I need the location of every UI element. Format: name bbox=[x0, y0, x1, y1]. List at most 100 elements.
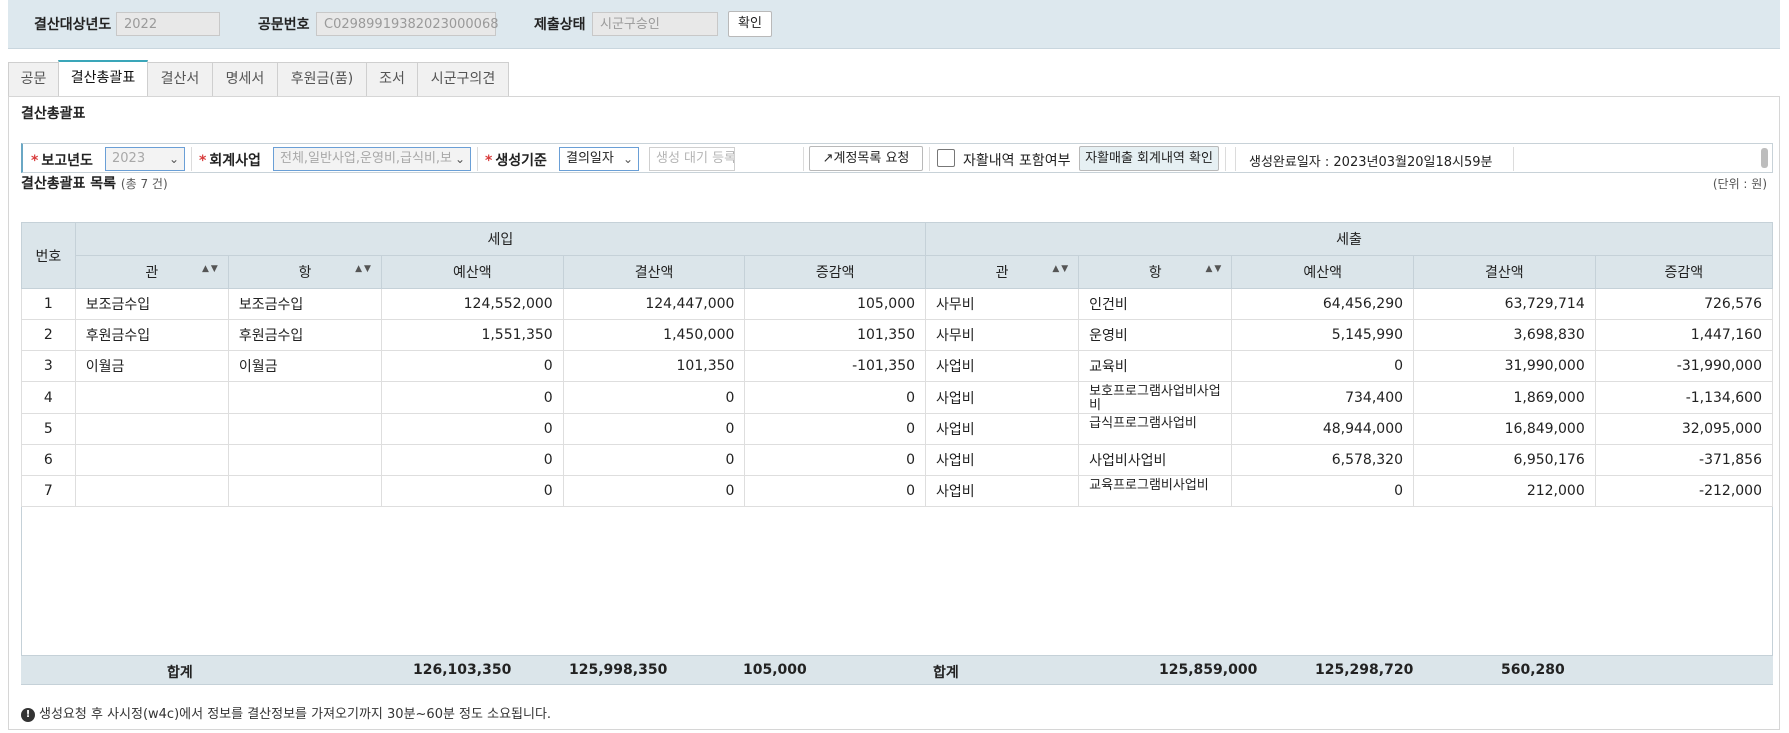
table-cell: 1 bbox=[21, 288, 76, 320]
table-cell bbox=[227, 413, 382, 445]
total-expense-budget: 125,859,000 bbox=[1159, 662, 1258, 678]
list-title-text: 결산총괄표 목록 bbox=[21, 176, 117, 192]
table-cell: 2 bbox=[21, 319, 76, 351]
include-checkbox[interactable] bbox=[937, 149, 955, 167]
table-cell: 0 bbox=[380, 444, 564, 476]
list-count: (총 7 건) bbox=[120, 177, 168, 191]
tab-report[interactable]: 조서 bbox=[366, 62, 418, 96]
table-cell: 사업비 bbox=[925, 350, 1080, 382]
scrollbar[interactable] bbox=[1761, 148, 1768, 168]
account-request-label: 계정목록 요청 bbox=[833, 151, 910, 166]
table-cell: 124,447,000 bbox=[562, 288, 746, 320]
report-year-select[interactable]: 2023 ⌄ bbox=[105, 147, 185, 171]
docno-field[interactable]: C02989919382023000068 bbox=[316, 12, 499, 36]
sort-filter-icon[interactable]: ▲▼ bbox=[202, 264, 220, 274]
account-request-button[interactable]: ↗계정목록 요청 bbox=[809, 146, 923, 171]
sort-filter-icon[interactable]: ▲▼ bbox=[1052, 264, 1070, 274]
account-label: * 회계사업 bbox=[199, 150, 261, 170]
basis-select[interactable]: 결의일자 ⌄ bbox=[559, 147, 639, 171]
table-cell: 4 bbox=[21, 381, 76, 414]
external-link-icon: ↗ bbox=[822, 151, 834, 166]
divider bbox=[803, 147, 804, 171]
table-cell: 0 bbox=[380, 413, 564, 445]
account-text: 회계사업 bbox=[209, 153, 261, 169]
required-star: * bbox=[199, 153, 207, 169]
header-bar: 결산대상년도 2022 공문번호 C02989919382023000068 제… bbox=[8, 0, 1780, 49]
table-row[interactable]: 7 0 0 0 사업비 교육프로그램비사업비 0 212,000 -212,000 bbox=[21, 475, 1774, 507]
report-year-value: 2023 bbox=[112, 151, 146, 166]
account-value: 전체,일반사업,운영비,급식비,보 bbox=[280, 151, 453, 166]
table-row[interactable]: 5 0 0 0 사업비 급식프로그램사업비 48,944,000 16,849,000 32,0… bbox=[21, 413, 1774, 445]
header-expense-gwan[interactable]: 관 ▲▼ bbox=[925, 255, 1080, 289]
table-row[interactable]: 4 0 0 0 사업비 보호프로그램사업비사업비 734,400 1,869,000 -1,13… bbox=[21, 381, 1774, 414]
tab-settlement[interactable]: 결산서 bbox=[147, 62, 213, 96]
header-expense-diff: 증감액 bbox=[1594, 255, 1774, 289]
table-row[interactable]: 2 후원금수입 후원금수입 1,551,350 1,450,000 101,350 사무비 운… bbox=[21, 319, 1774, 351]
table-cell: 급식프로그램사업비 bbox=[1078, 413, 1233, 445]
tab-donation[interactable]: 후원금(품) bbox=[277, 62, 367, 96]
generate-input[interactable]: 생성 대기 등록 bbox=[649, 147, 735, 171]
table-cell: 6,578,320 bbox=[1231, 444, 1415, 476]
table-cell: 124,552,000 bbox=[380, 288, 564, 320]
table-cell: 0 bbox=[562, 444, 746, 476]
table-cell: 사업비 bbox=[925, 413, 1080, 445]
divider bbox=[1235, 147, 1236, 171]
year-field[interactable]: 2022 bbox=[116, 12, 220, 36]
tab-city-opinion[interactable]: 시군구의견 bbox=[417, 62, 509, 96]
table-cell: 보조금수입 bbox=[227, 288, 382, 320]
table-cell: -31,990,000 bbox=[1594, 350, 1774, 382]
status-field[interactable]: 시군구승인 bbox=[592, 12, 718, 36]
table-cell bbox=[227, 381, 382, 414]
table-row[interactable]: 1 보조금수입 보조금수입 124,552,000 124,447,000 105,000… bbox=[21, 288, 1774, 320]
sort-filter-icon[interactable]: ▲▼ bbox=[355, 264, 373, 274]
table-row[interactable]: 3 이월금 이월금 0 101,350 -101,350 사업비 교육비 0 31,990,000… bbox=[21, 350, 1774, 382]
summary-table: 번호 세입 세출 관 ▲▼ 항 ▲▼ 예산액 결산액 증감액 관 ▲▼ 항 ▲▼ 예산액… bbox=[21, 222, 1774, 507]
total-expense-label: 합계 bbox=[933, 665, 959, 681]
table-cell: 후원금수입 bbox=[227, 319, 382, 351]
header-expense-hang[interactable]: 항 ▲▼ bbox=[1078, 255, 1233, 289]
table-cell: 16,849,000 bbox=[1413, 413, 1596, 445]
status-label: 제출상태 bbox=[534, 17, 586, 33]
sort-filter-icon[interactable]: ▲▼ bbox=[1205, 264, 1223, 274]
info-note: ! 생성요청 후 사시정(w4c)에서 정보를 결산정보를 가져오기까지 30분~… bbox=[21, 703, 551, 722]
account-select[interactable]: 전체,일반사업,운영비,급식비,보 ⌄ bbox=[273, 147, 471, 171]
header-income-hang[interactable]: 항 ▲▼ bbox=[227, 255, 382, 289]
self-sales-check-button[interactable]: 자활매출 회계내역 확인 bbox=[1079, 146, 1219, 171]
basis-label: * 생성기준 bbox=[485, 150, 547, 170]
table-cell: 0 bbox=[562, 381, 746, 414]
confirm-button[interactable]: 확인 bbox=[728, 11, 772, 37]
chevron-down-icon: ⌄ bbox=[454, 152, 465, 166]
table-cell bbox=[74, 444, 229, 476]
header-text: 항 bbox=[298, 265, 312, 281]
header-expense-settle: 결산액 bbox=[1413, 255, 1596, 289]
header-text: 항 bbox=[1148, 265, 1162, 281]
year-label: 결산대상년도 bbox=[34, 17, 112, 33]
divider bbox=[1513, 147, 1514, 171]
basis-text: 생성기준 bbox=[495, 153, 547, 169]
table-cell: 교육프로그램비사업비 bbox=[1078, 475, 1233, 507]
total-income-label: 합계 bbox=[167, 665, 193, 681]
header-no: 번호 bbox=[21, 222, 76, 289]
table-cell: 6,950,176 bbox=[1413, 444, 1596, 476]
table-cell: 사무비 bbox=[925, 288, 1080, 320]
total-expense-diff: 560,280 bbox=[1501, 662, 1565, 678]
table-cell: 0 bbox=[380, 381, 564, 414]
tab-statement[interactable]: 명세서 bbox=[212, 62, 278, 96]
required-star: * bbox=[31, 153, 39, 169]
header-income-gwan[interactable]: 관 ▲▼ bbox=[74, 255, 229, 289]
table-cell: 0 bbox=[380, 475, 564, 507]
total-row: 합계 126,103,350 125,998,350 105,000 합계 12… bbox=[21, 655, 1773, 685]
table-cell: 5 bbox=[21, 413, 76, 445]
table-cell: 0 bbox=[744, 413, 927, 445]
main-panel: 결산총괄표 * 보고년도 2023 ⌄ * 회계사업 전체,일반사업,운영비,급식비,… bbox=[8, 96, 1780, 730]
table-cell: 48,944,000 bbox=[1231, 413, 1415, 445]
table-cell: 사업비 bbox=[925, 444, 1080, 476]
table-cell: -101,350 bbox=[744, 350, 927, 382]
tab-official-doc[interactable]: 공문 bbox=[8, 62, 59, 96]
tab-summary[interactable]: 결산총괄표 bbox=[58, 60, 148, 96]
header-income-settle: 결산액 bbox=[562, 255, 746, 289]
table-cell: 0 bbox=[380, 350, 564, 382]
table-cell: -1,134,600 bbox=[1594, 381, 1774, 414]
table-row[interactable]: 6 0 0 0 사업비 사업비사업비 6,578,320 6,950,176 -371,856 bbox=[21, 444, 1774, 476]
table-cell: 0 bbox=[562, 475, 746, 507]
